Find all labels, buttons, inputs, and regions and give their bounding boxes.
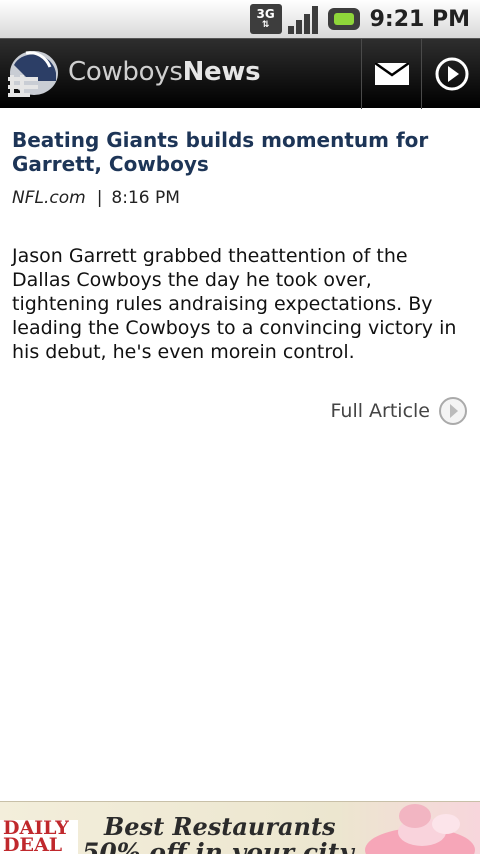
ad-banner[interactable]: DAILY DEAL Best Restaurants 50% off in y… bbox=[0, 801, 480, 854]
meta-separator: | bbox=[96, 188, 103, 208]
cupcake-image-icon bbox=[365, 804, 475, 854]
article-time: 8:16 PM bbox=[111, 188, 180, 208]
3g-data-icon: 3G ⇅ bbox=[249, 4, 282, 34]
network-type-label: 3G bbox=[256, 7, 275, 21]
daily-deal-logo: DAILY DEAL bbox=[0, 819, 78, 854]
signal-strength-icon bbox=[287, 4, 322, 34]
ad-headline: Best Restaurants bbox=[104, 812, 336, 841]
logo-text-part2: News bbox=[182, 57, 261, 87]
mail-icon bbox=[374, 63, 409, 85]
play-arrow-icon bbox=[435, 57, 468, 91]
chevron-right-circle-icon bbox=[439, 397, 467, 425]
helmet-logo-icon bbox=[8, 51, 58, 97]
full-article-label: Full Article bbox=[330, 400, 430, 422]
logo-text-part1: Cowboys bbox=[68, 57, 183, 87]
article-title[interactable]: Beating Giants builds momentum for Garre… bbox=[12, 128, 462, 176]
status-time: 9:21 PM bbox=[369, 6, 470, 32]
ad-logo-line2: DEAL bbox=[3, 834, 63, 854]
article-meta: NFL.com | 8:16 PM bbox=[12, 188, 180, 208]
mail-button[interactable] bbox=[361, 39, 421, 109]
battery-icon bbox=[327, 8, 360, 30]
ad-subline: 50% off in your city bbox=[82, 838, 354, 854]
play-button[interactable] bbox=[421, 39, 480, 109]
app-logo-text: CowboysNews bbox=[68, 57, 261, 87]
article-summary: Jason Garrett grabbed theattention of th… bbox=[12, 245, 457, 363]
full-article-link[interactable]: Full Article bbox=[331, 396, 468, 426]
status-bar: 3G ⇅ 9:21 PM bbox=[0, 0, 480, 38]
app-header: CowboysNews bbox=[0, 38, 480, 109]
article-source: NFL.com bbox=[12, 188, 86, 208]
